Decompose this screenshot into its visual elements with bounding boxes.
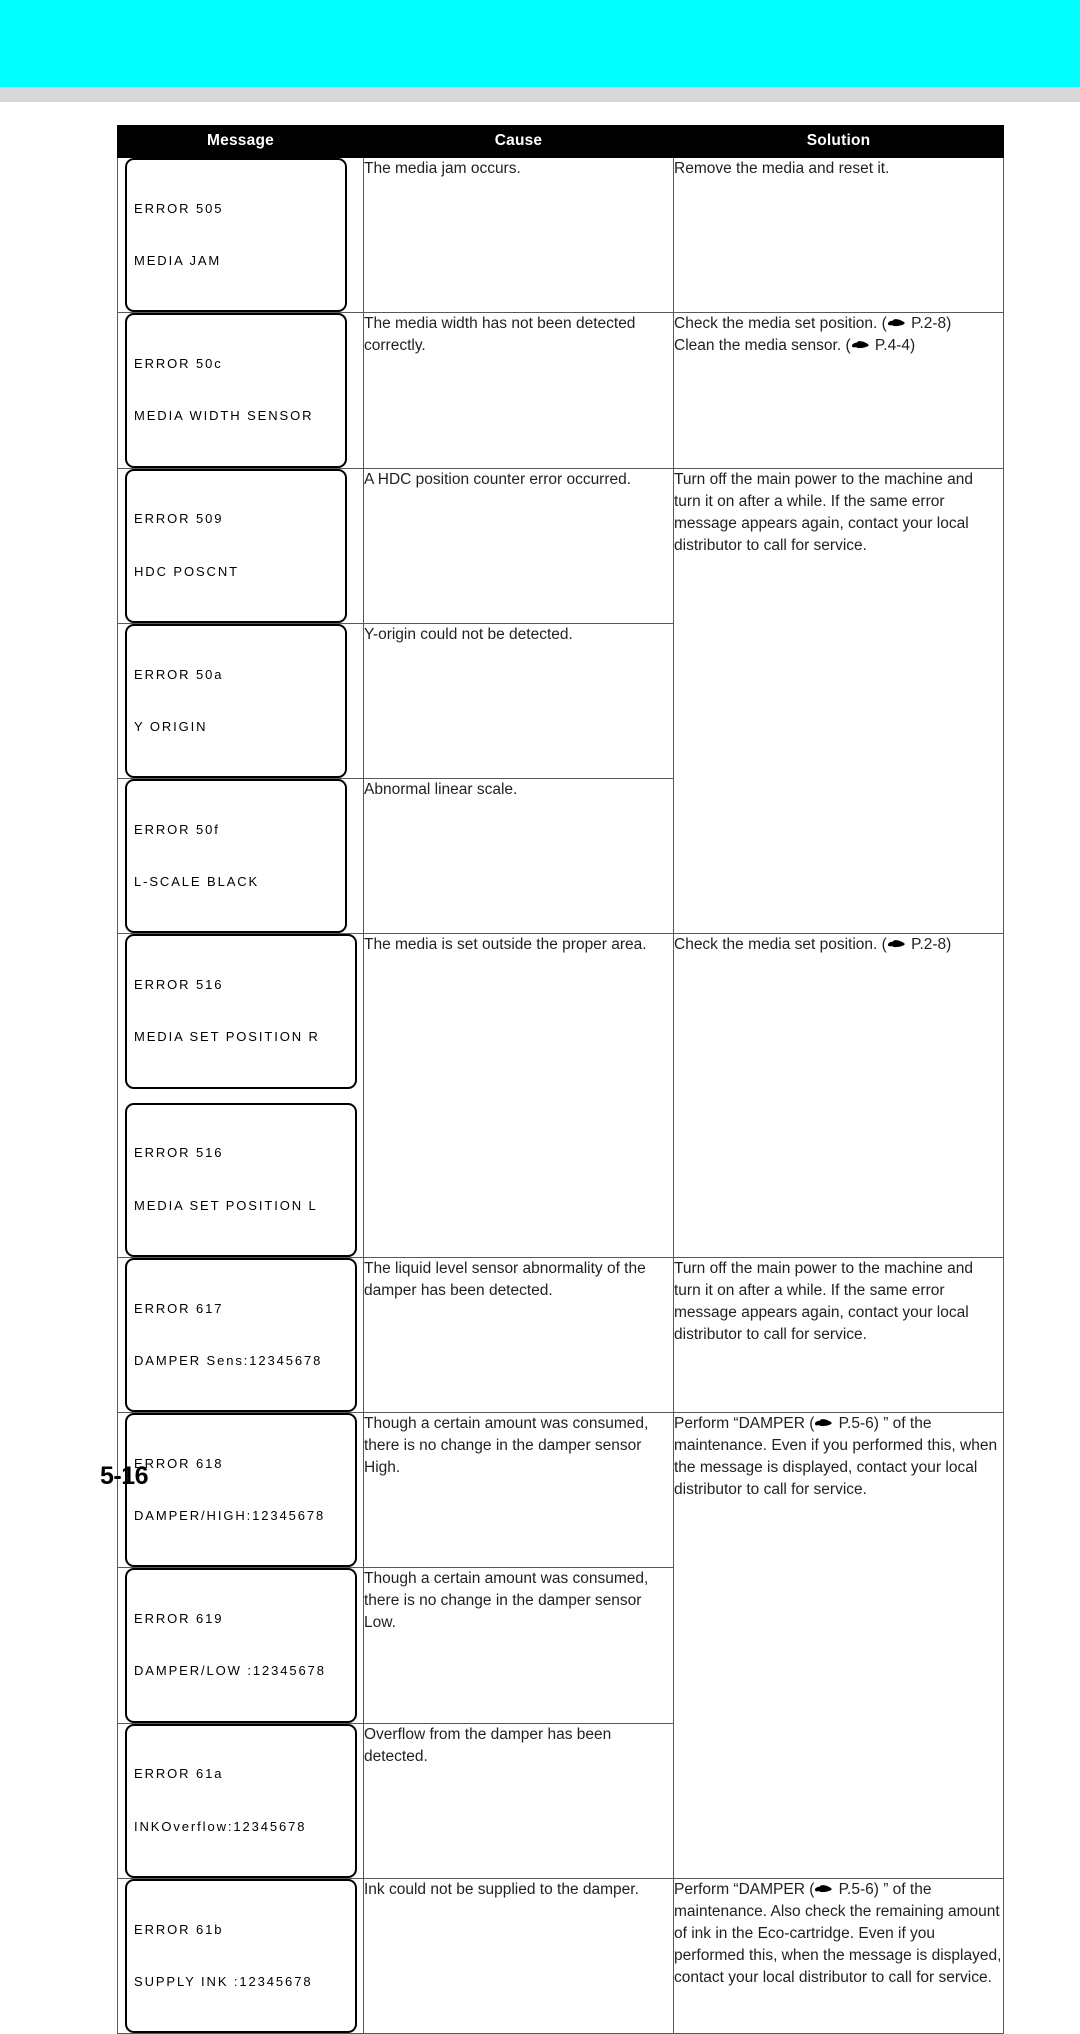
solution-text: Check the media set position. ( <box>674 936 887 954</box>
solution-text: P.2-8) <box>906 315 952 333</box>
lcd-line: MEDIA SET POSITION L <box>134 1197 318 1213</box>
lcd-display-err-50c: ERROR 50c MEDIA WIDTH SENSOR <box>125 313 347 468</box>
lcd-line: ERROR 516 <box>134 977 224 993</box>
lcd-display-err-618: ERROR 618 DAMPER/HIGH:12345678 <box>125 1413 357 1568</box>
message-cell-err-618: ERROR 618 DAMPER/HIGH:12345678 <box>117 1411 364 1569</box>
cause-cell-err-50a: Y-origin could not be detected. <box>363 622 674 780</box>
message-cell-err-50f: ERROR 50f L-SCALE BLACK <box>117 777 364 935</box>
lcd-line: MEDIA WIDTH SENSOR <box>134 408 314 424</box>
lcd-line: ERROR 617 <box>134 1300 224 1316</box>
lcd-display-err-617: ERROR 617 DAMPER Sens:12345678 <box>125 1257 357 1412</box>
lcd-display-err-50f: ERROR 50f L-SCALE BLACK <box>125 779 347 934</box>
table-header-row: Message Cause Solution <box>117 125 1004 158</box>
cause-cell-err-619: Though a certain amount was consumed, th… <box>363 1567 674 1724</box>
lcd-line: ERROR 50a <box>134 666 224 682</box>
solution-text: P.4-4) <box>870 337 916 355</box>
solution-cell-err-50c: Check the media set position. ( P.2-8) C… <box>673 312 1004 469</box>
lcd-line: MEDIA SET POSITION R <box>134 1029 320 1045</box>
error-message-table: Message Cause Solution ERROR 505 MEDIA J… <box>117 125 1004 2034</box>
lcd-line: HDC POSCNT <box>134 563 239 579</box>
pointing-hand-icon <box>887 939 905 950</box>
message-cell-err-50c: ERROR 50c MEDIA WIDTH SENSOR <box>117 312 364 469</box>
lcd-display-err-61b: ERROR 61b SUPPLY INK :12345678 <box>125 1878 357 2033</box>
lcd-line: ERROR 50f <box>134 821 220 837</box>
lcd-line: ERROR 619 <box>134 1611 224 1627</box>
table-row: ERROR 618 DAMPER/HIGH:12345678 Though a … <box>117 1411 1004 1879</box>
table-row: ERROR 509 HDC POSCNT A HDC position coun… <box>117 467 1004 935</box>
lcd-display-err-50a: ERROR 50a Y ORIGIN <box>125 623 347 778</box>
lcd-line: Y ORIGIN <box>134 718 208 734</box>
cause-cell-err-61b: Ink could not be supplied to the damper. <box>363 1877 674 2034</box>
table-row: ERROR 505 MEDIA JAM The media jam occurs… <box>117 156 1004 314</box>
message-cell-err-61a: ERROR 61a INKOverflow:12345678 <box>117 1722 364 1879</box>
message-cell-err-516: ERROR 516 MEDIA SET POSITION R ERROR 516… <box>117 933 364 1258</box>
lcd-display-err-505: ERROR 505 MEDIA JAM <box>125 158 347 313</box>
solution-cell-err-516: Check the media set position. ( P.2-8) <box>673 933 1004 1258</box>
solution-cell-power-cycle-1: Turn off the main power to the machine a… <box>673 467 1004 935</box>
solution-cell-damper-ink: Perform “DAMPER ( P.5-6) ” of the mainte… <box>673 1877 1004 2034</box>
cause-cell-err-516: The media is set outside the proper area… <box>363 933 674 1258</box>
cause-cell-err-50f: Abnormal linear scale. <box>363 777 674 935</box>
solution-text: Perform “DAMPER ( <box>674 1415 815 1432</box>
lcd-line: ERROR 509 <box>134 511 224 527</box>
cause-cell-err-617: The liquid level sensor abnormality of t… <box>363 1256 674 1414</box>
lcd-display-err-61a: ERROR 61a INKOverflow:12345678 <box>125 1723 357 1878</box>
message-cell-err-619: ERROR 619 DAMPER/LOW :12345678 <box>117 1567 364 1724</box>
lcd-line: INKOverflow:12345678 <box>134 1818 307 1834</box>
lcd-line: ERROR 61b <box>134 1921 224 1937</box>
solution-text: P.2-8) <box>906 936 952 954</box>
cause-cell-err-618: Though a certain amount was consumed, th… <box>363 1411 674 1569</box>
solution-cell-damper-1: Perform “DAMPER ( P.5-6) ” of the mainte… <box>673 1412 1004 1879</box>
table-row: ERROR 516 MEDIA SET POSITION R ERROR 516… <box>117 933 1004 1258</box>
message-cell-err-61b: ERROR 61b SUPPLY INK :12345678 <box>117 1877 364 2034</box>
lcd-display-err-509: ERROR 509 HDC POSCNT <box>125 468 347 623</box>
lcd-line: SUPPLY INK :12345678 <box>134 1973 313 1989</box>
solution-text: Clean the media sensor. ( <box>674 337 851 355</box>
column-header-message: Message <box>117 125 364 158</box>
cause-cell-err-50c: The media width has not been detected co… <box>363 312 674 469</box>
page-number: 5-16 <box>100 1462 149 1490</box>
top-gray-band <box>0 87 1080 102</box>
cause-cell-err-61a: Overflow from the damper has been detect… <box>363 1722 674 1879</box>
solution-text: Check the media set position. ( <box>674 315 887 333</box>
column-header-cause: Cause <box>363 125 674 158</box>
lcd-line: L-SCALE BLACK <box>134 874 260 890</box>
solution-cell-err-505: Remove the media and reset it. <box>673 156 1004 314</box>
top-cyan-band <box>0 0 1080 87</box>
lcd-line: ERROR 505 <box>134 200 224 216</box>
pointing-hand-icon <box>815 1418 833 1429</box>
message-cell-err-509: ERROR 509 HDC POSCNT <box>117 467 364 624</box>
lcd-display-err-516-l: ERROR 516 MEDIA SET POSITION L <box>125 1102 357 1257</box>
lcd-line: DAMPER Sens:12345678 <box>134 1352 323 1368</box>
message-cell-err-617: ERROR 617 DAMPER Sens:12345678 <box>117 1256 364 1414</box>
table-row: ERROR 50c MEDIA WIDTH SENSOR The media w… <box>117 312 1004 469</box>
solution-text: Perform “DAMPER ( <box>674 1880 815 1898</box>
lcd-line: ERROR 618 <box>134 1455 224 1471</box>
column-header-solution: Solution <box>673 125 1004 158</box>
lcd-line: MEDIA JAM <box>134 253 222 269</box>
lcd-display-err-516-r: ERROR 516 MEDIA SET POSITION R <box>125 934 357 1089</box>
cause-cell-err-509: A HDC position counter error occurred. <box>363 467 674 624</box>
lcd-line: ERROR 61a <box>134 1766 224 1782</box>
table-row: ERROR 617 DAMPER Sens:12345678 The liqui… <box>117 1256 1004 1414</box>
pointing-hand-icon <box>851 340 869 351</box>
lcd-line: DAMPER/HIGH:12345678 <box>134 1508 326 1524</box>
pointing-hand-icon <box>887 318 905 329</box>
lcd-line: ERROR 516 <box>134 1145 224 1161</box>
message-cell-err-50a: ERROR 50a Y ORIGIN <box>117 622 364 780</box>
pointing-hand-icon <box>815 1884 833 1895</box>
cause-cell-err-505: The media jam occurs. <box>363 156 674 314</box>
lcd-line: ERROR 50c <box>134 356 223 372</box>
lcd-display-err-619: ERROR 619 DAMPER/LOW :12345678 <box>125 1568 357 1723</box>
table-row: ERROR 61b SUPPLY INK :12345678 Ink could… <box>117 1877 1004 2034</box>
message-cell-err-505: ERROR 505 MEDIA JAM <box>117 156 364 314</box>
solution-cell-power-cycle-2: Turn off the main power to the machine a… <box>673 1256 1004 1414</box>
lcd-line: DAMPER/LOW :12345678 <box>134 1663 326 1679</box>
